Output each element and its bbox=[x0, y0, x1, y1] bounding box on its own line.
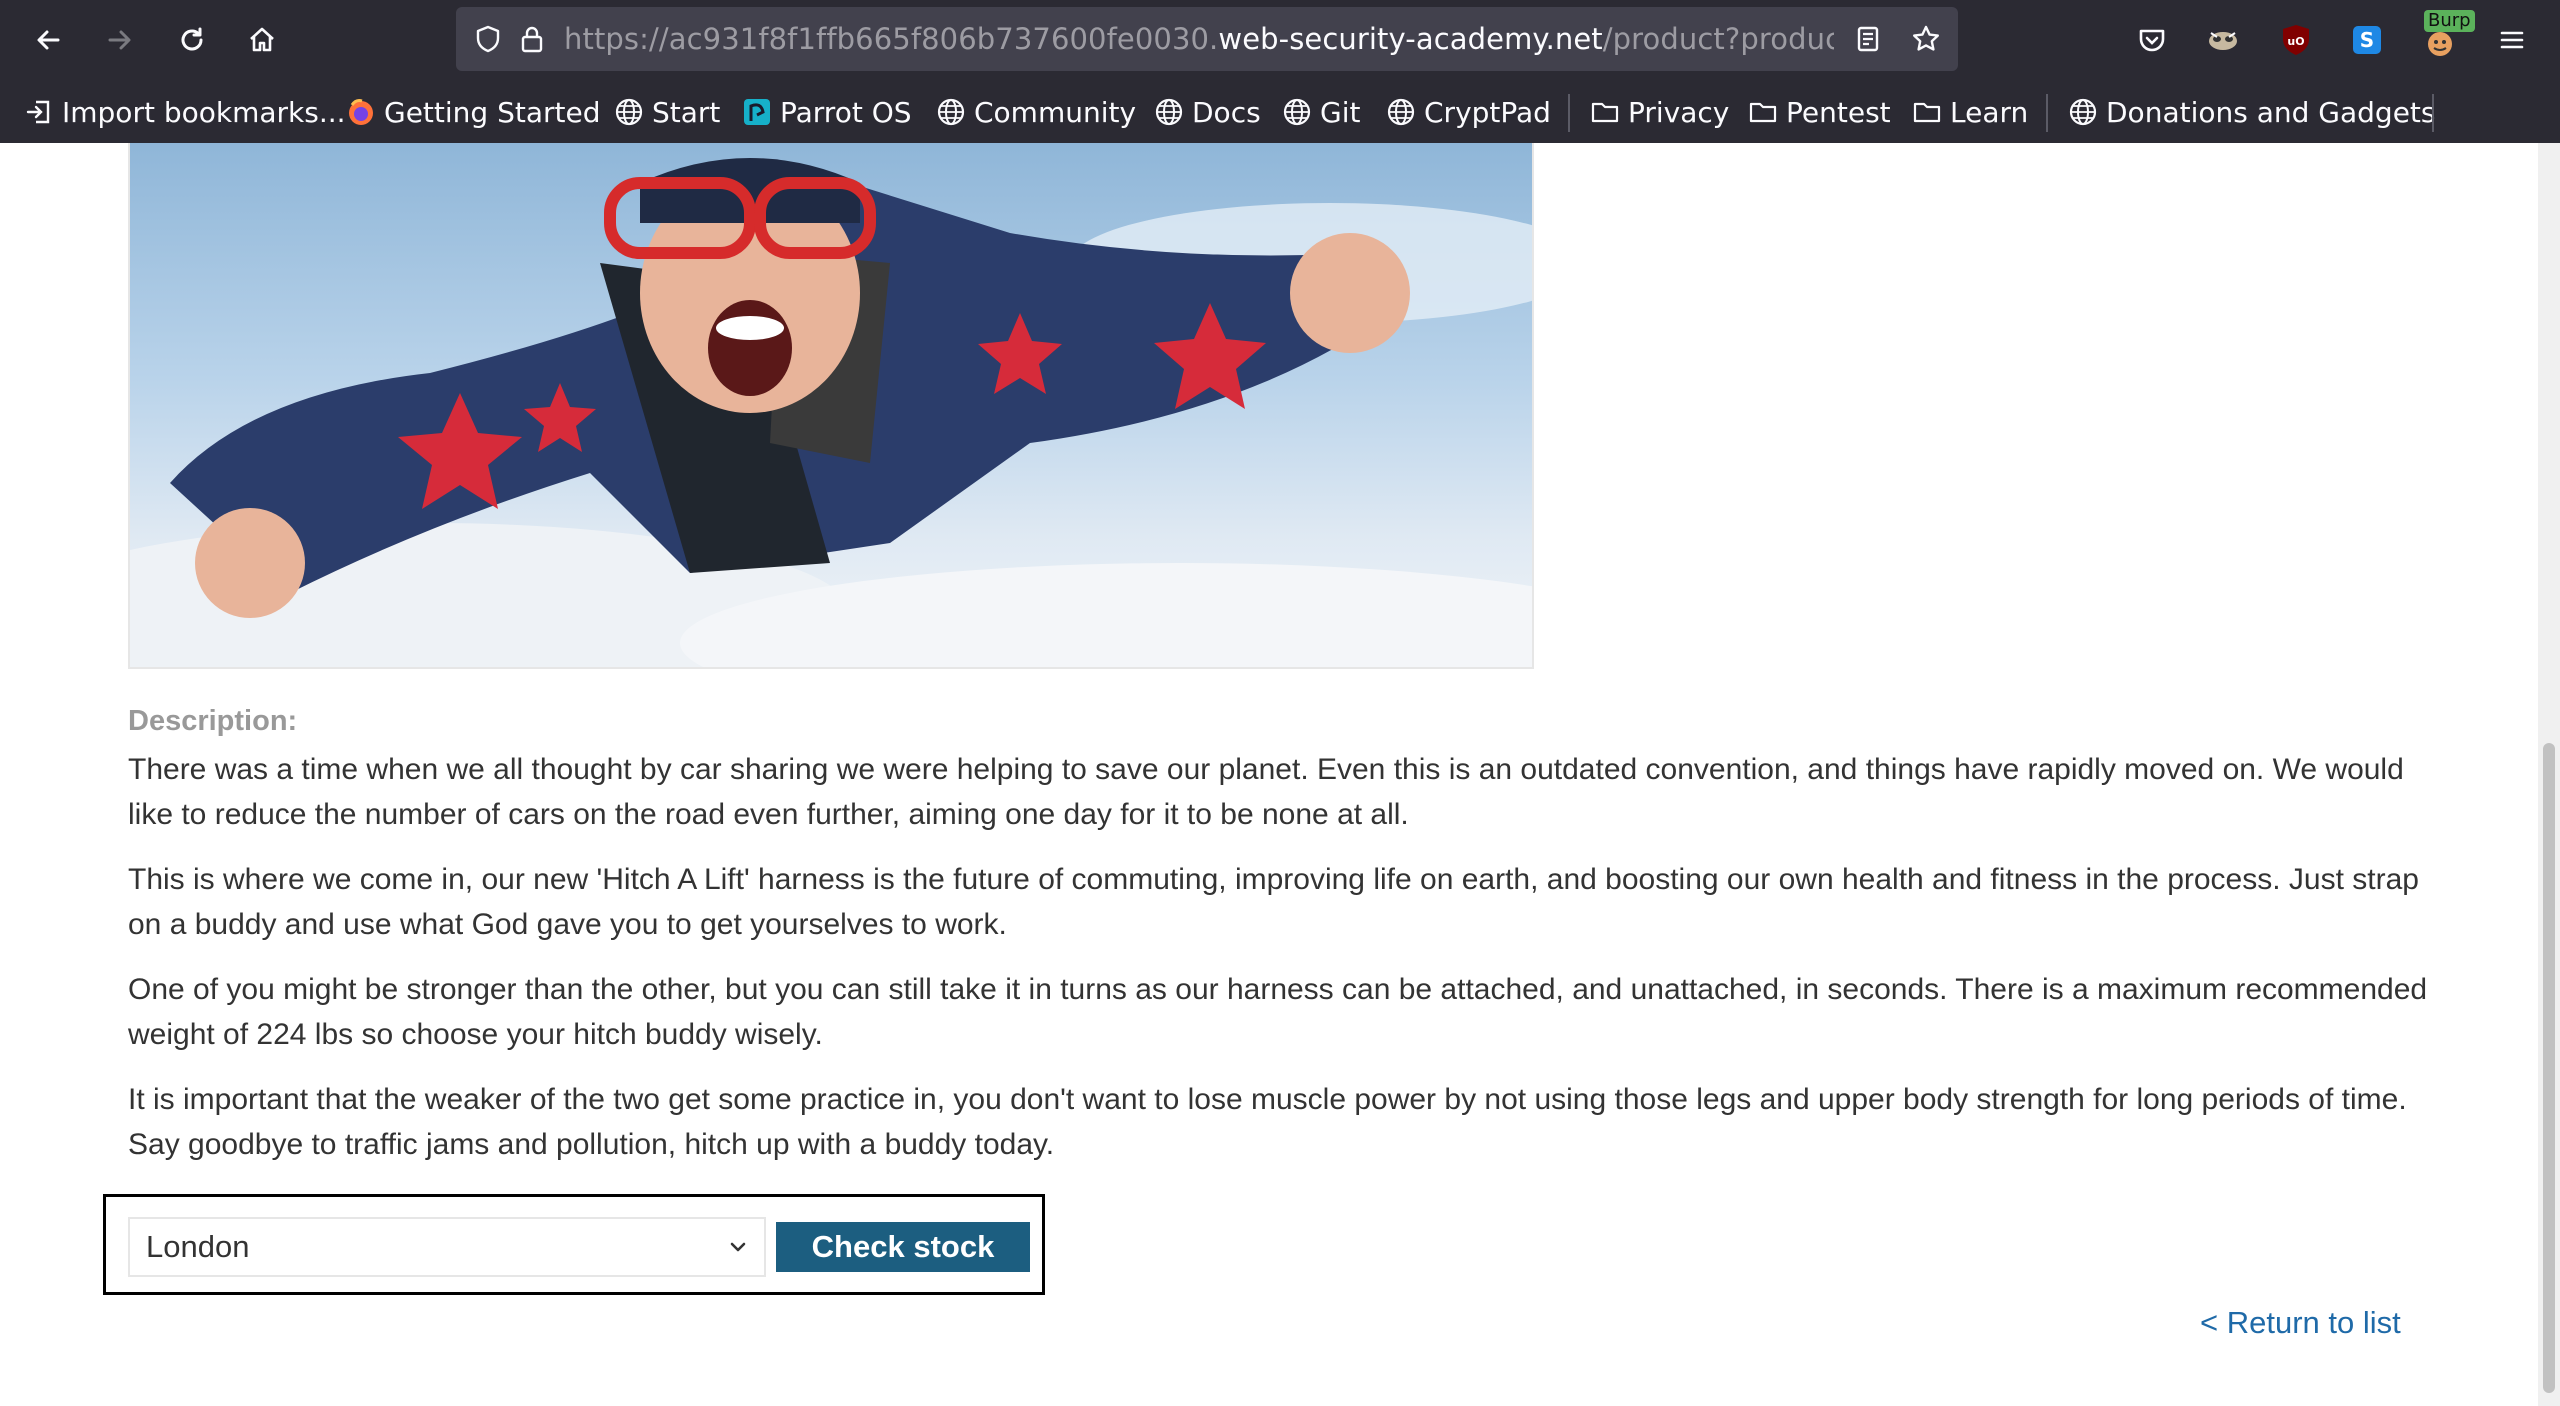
bookmark-donations[interactable]: Donations and Gadgets bbox=[2068, 88, 2436, 136]
description-paragraph: This is where we come in, our new 'Hitch… bbox=[128, 863, 2419, 941]
svg-text:S: S bbox=[2360, 28, 2374, 52]
url-domain: web-security-academy.net bbox=[1218, 22, 1603, 56]
store-select[interactable]: London bbox=[128, 1217, 766, 1277]
globe-icon bbox=[1283, 98, 1311, 126]
navigation-toolbar: https://ac931f8f1ffb665f806b737600fe0030… bbox=[0, 0, 2560, 80]
svg-text:uO: uO bbox=[2287, 35, 2304, 48]
bookmark-label: Import bookmarks... bbox=[62, 95, 346, 129]
bookmark-getting-started[interactable]: Getting Started bbox=[346, 88, 600, 136]
description-paragraph: There was a time when we all thought by … bbox=[128, 753, 2404, 831]
forward-button[interactable] bbox=[96, 16, 144, 64]
pocket-icon bbox=[2139, 29, 2165, 52]
bookmark-community[interactable]: Community bbox=[936, 88, 1136, 136]
arrow-left-icon bbox=[37, 30, 60, 50]
home-icon bbox=[250, 27, 274, 52]
globe-icon bbox=[1155, 98, 1183, 126]
check-stock-button[interactable]: Check stock bbox=[776, 1222, 1030, 1272]
extension-icon bbox=[2209, 32, 2237, 50]
bookmark-label: Getting Started bbox=[384, 95, 601, 129]
extension-button[interactable] bbox=[2199, 16, 2247, 64]
return-to-list-link[interactable]: < Return to list bbox=[2200, 1305, 2401, 1341]
product-page: Description: There was a time when we al… bbox=[0, 143, 2560, 1406]
folder-icon bbox=[1591, 102, 1619, 123]
url-path: /product?productId bbox=[1602, 22, 1834, 56]
s-extension-icon: S bbox=[2353, 26, 2381, 54]
bookmark-label: Start bbox=[652, 95, 721, 129]
product-image bbox=[128, 143, 1534, 669]
hamburger-menu-icon bbox=[2500, 31, 2524, 49]
bookmark-label: Parrot OS bbox=[780, 95, 912, 129]
bookmark-label: Docs bbox=[1192, 95, 1261, 129]
bookmark-label: CryptPad bbox=[1424, 95, 1551, 129]
description-paragraph: It is important that the weaker of the t… bbox=[128, 1083, 2407, 1161]
bookmarks-toolbar: Import bookmarks... Getting Started Star… bbox=[0, 88, 2560, 138]
scrollbar-thumb[interactable] bbox=[2543, 743, 2555, 1393]
browser-chrome: https://ac931f8f1ffb665f806b737600fe0030… bbox=[0, 0, 2560, 143]
url-prefix: https://ac931f8f1ffb665f806b737600fe0030… bbox=[564, 22, 1219, 56]
ublock-icon: uO bbox=[2283, 25, 2309, 55]
url-text[interactable]: https://ac931f8f1ffb665f806b737600fe0030… bbox=[564, 22, 1834, 56]
bookmark-label: Donations and Gadgets bbox=[2106, 95, 2436, 129]
menu-button[interactable] bbox=[2488, 16, 2536, 64]
firefox-icon bbox=[349, 99, 373, 125]
bookmark-cryptpad[interactable]: CryptPad bbox=[1386, 88, 1551, 136]
bookmark-parrot-os[interactable]: Parrot OS bbox=[742, 88, 912, 136]
shield-icon[interactable] bbox=[466, 17, 510, 61]
address-bar[interactable]: https://ac931f8f1ffb665f806b737600fe0030… bbox=[456, 7, 1958, 71]
arrow-right-icon bbox=[108, 30, 131, 50]
bookmark-label: Privacy bbox=[1628, 95, 1730, 129]
reload-button[interactable] bbox=[168, 16, 216, 64]
bookmark-docs[interactable]: Docs bbox=[1154, 88, 1261, 136]
ublock-button[interactable]: uO bbox=[2272, 16, 2320, 64]
folder-icon bbox=[1913, 102, 1941, 123]
globe-icon bbox=[615, 98, 643, 126]
bookmark-star-icon[interactable] bbox=[1904, 17, 1948, 61]
bookmark-label: Git bbox=[1320, 95, 1361, 129]
page-scrollbar[interactable] bbox=[2538, 143, 2560, 1406]
burp-badge: Burp bbox=[2424, 10, 2475, 32]
bookmark-separator bbox=[2046, 94, 2048, 132]
bookmark-label: Learn bbox=[1950, 95, 2029, 129]
store-select-value: London bbox=[146, 1229, 250, 1264]
bookmark-label: Community bbox=[974, 95, 1137, 129]
bookmark-separator bbox=[1568, 94, 1570, 132]
bookmark-folder-pentest[interactable]: Pentest bbox=[1748, 88, 1891, 136]
reload-icon bbox=[181, 27, 203, 51]
chevron-down-icon bbox=[730, 1242, 746, 1252]
bookmark-start[interactable]: Start bbox=[614, 88, 720, 136]
reader-view-icon[interactable] bbox=[1846, 17, 1890, 61]
s-extension-button[interactable]: S bbox=[2343, 16, 2391, 64]
pocket-button[interactable] bbox=[2128, 16, 2176, 64]
description-paragraph: One of you might be stronger than the ot… bbox=[128, 973, 2428, 1051]
globe-icon bbox=[937, 98, 965, 126]
import-icon bbox=[26, 100, 50, 124]
bookmark-folder-privacy[interactable]: Privacy bbox=[1590, 88, 1729, 136]
parrot-icon bbox=[744, 99, 770, 125]
description-label: Description: bbox=[128, 705, 298, 737]
bookmark-separator bbox=[2432, 94, 2434, 132]
lock-icon[interactable] bbox=[510, 17, 554, 61]
skydiver-illustration bbox=[130, 158, 1532, 667]
home-button[interactable] bbox=[238, 16, 286, 64]
folder-icon bbox=[1749, 102, 1777, 123]
bookmark-label: Pentest bbox=[1786, 95, 1891, 129]
globe-icon bbox=[2069, 98, 2097, 126]
bookmark-folder-learn[interactable]: Learn bbox=[1912, 88, 2028, 136]
globe-icon bbox=[1387, 98, 1415, 126]
bookmark-import[interactable]: Import bookmarks... bbox=[24, 88, 346, 136]
back-button[interactable] bbox=[24, 16, 72, 64]
bookmark-git[interactable]: Git bbox=[1282, 88, 1360, 136]
